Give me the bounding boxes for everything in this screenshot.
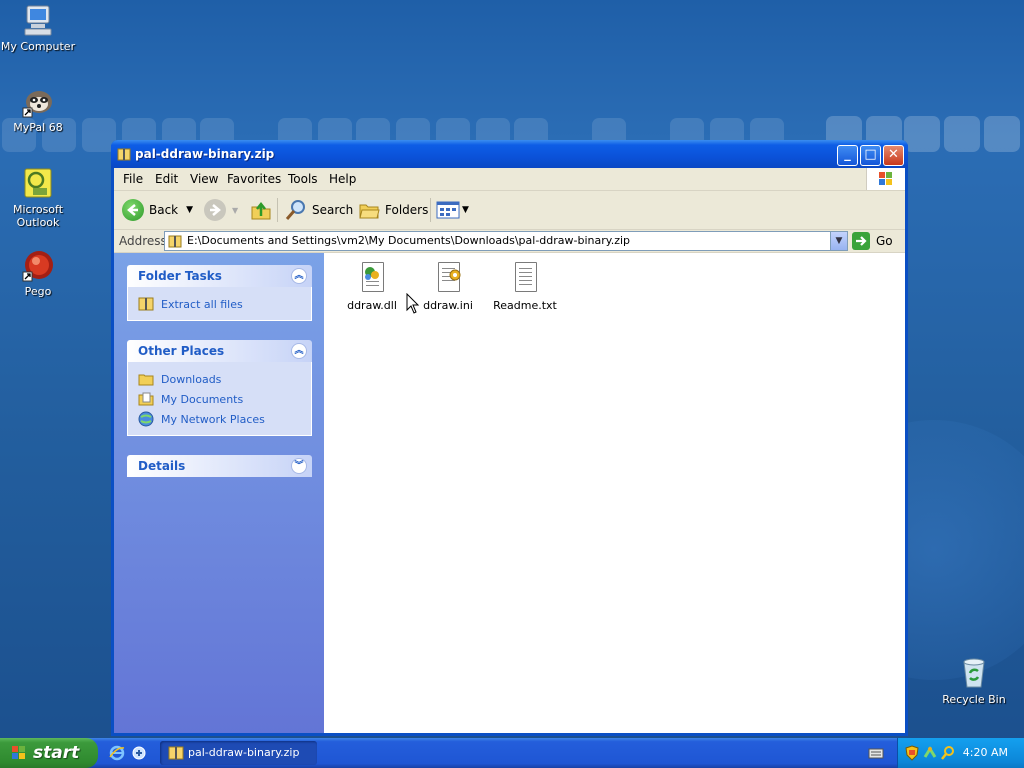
address-value: E:\Documents and Settings\vm2\My Documen… [187, 234, 631, 247]
menu-tools[interactable]: Tools [288, 172, 318, 186]
folder-tasks-header[interactable]: Folder Tasks ︽ [127, 265, 312, 287]
toolbar-separator [277, 198, 278, 222]
views-button[interactable]: ▼ [436, 198, 469, 222]
details-header[interactable]: Details ︾ [127, 455, 312, 477]
back-button[interactable]: Back ▼ [122, 198, 193, 222]
desktop-icon-pego[interactable]: Pego [0, 248, 76, 298]
outlook-icon [21, 166, 55, 200]
up-folder-button[interactable] [250, 198, 272, 222]
desktop-icon-my-computer[interactable]: My Computer [0, 3, 76, 53]
internet-explorer-icon[interactable] [109, 745, 125, 761]
window-titlebar[interactable]: pal-ddraw-binary.zip _ □ ✕ [111, 140, 908, 168]
ini-file-icon [432, 261, 464, 295]
system-tray: 4:20 AM [897, 738, 1024, 768]
other-places-body: Downloads My Documents My Network Places [127, 362, 312, 436]
folders-icon [358, 199, 380, 221]
other-places-link-downloads[interactable]: Downloads [128, 369, 311, 389]
network-icon[interactable] [922, 745, 938, 761]
zip-folder-icon [168, 234, 182, 248]
windows-flag-icon [11, 745, 27, 761]
back-dropdown-icon[interactable]: ▼ [186, 205, 193, 215]
menu-view[interactable]: View [190, 172, 218, 186]
pego-icon [21, 248, 55, 282]
recycle-bin-icon [957, 656, 991, 690]
search-tray-icon[interactable] [940, 745, 956, 761]
search-icon [284, 198, 308, 222]
file-item[interactable]: ddraw.ini [410, 261, 486, 312]
go-arrow-icon [852, 232, 870, 250]
back-arrow-icon [122, 199, 144, 221]
forward-arrow-icon [204, 199, 226, 221]
menu-edit[interactable]: Edit [155, 172, 178, 186]
menu-favorites[interactable]: Favorites [227, 172, 281, 186]
address-label: Address [119, 234, 167, 248]
up-folder-icon [250, 199, 272, 221]
window-client: File Edit View Favorites Tools Help Back… [114, 168, 905, 733]
file-list: ddraw.dll ddraw.ini Readme.txt [324, 253, 905, 733]
extract-zip-icon [138, 296, 154, 312]
other-places-link-my-documents[interactable]: My Documents [128, 389, 311, 409]
start-button[interactable]: start [0, 738, 98, 768]
text-file-icon [509, 261, 541, 295]
extract-all-files-link[interactable]: Extract all files [128, 294, 311, 314]
security-shield-icon[interactable] [904, 745, 920, 761]
explorer-window: pal-ddraw-binary.zip _ □ ✕ File Edit Vie… [111, 140, 908, 736]
folder-tasks-body: Extract all files [127, 287, 312, 321]
search-button[interactable]: Search [284, 198, 353, 222]
desktop-icon-mypal[interactable]: MyPal 68 [0, 84, 76, 134]
dll-file-icon [356, 261, 388, 295]
file-item[interactable]: Readme.txt [487, 261, 563, 312]
show-desktop-icon[interactable] [131, 745, 147, 761]
taskbar: start pal-ddraw-binary.zip 4:20 AM [0, 738, 1024, 768]
minimize-button[interactable]: _ [837, 145, 858, 166]
details-group: Details ︾ [127, 455, 312, 477]
menubar: File Edit View Favorites Tools Help [114, 168, 905, 191]
other-places-group: Other Places ︽ Downloads My Documents My… [127, 340, 312, 436]
toolbar: Back ▼ ▼ Search Folders ▼ [114, 191, 905, 230]
other-places-header[interactable]: Other Places ︽ [127, 340, 312, 362]
folders-button[interactable]: Folders [358, 198, 428, 222]
window-title: pal-ddraw-binary.zip [135, 147, 275, 161]
menu-file[interactable]: File [123, 172, 143, 186]
desktop-icon-recycle-bin[interactable]: Recycle Bin [936, 656, 1012, 706]
forward-button[interactable]: ▼ [204, 198, 238, 222]
expand-chevron-icon[interactable]: ︾ [291, 458, 307, 474]
mypal-raccoon-icon [21, 84, 55, 118]
folder-tasks-group: Folder Tasks ︽ Extract all files [127, 265, 312, 321]
toolbar-separator [430, 198, 431, 222]
windows-logo-icon [866, 168, 905, 190]
keyboard-icon[interactable] [868, 746, 884, 762]
my-computer-icon [21, 3, 55, 37]
other-places-link-network-places[interactable]: My Network Places [128, 409, 311, 429]
address-input[interactable]: E:\Documents and Settings\vm2\My Documen… [164, 231, 848, 251]
taskbar-window-button[interactable]: pal-ddraw-binary.zip [160, 741, 317, 765]
go-button[interactable]: Go [852, 232, 893, 250]
clock: 4:20 AM [962, 746, 1008, 759]
folder-icon [138, 371, 154, 387]
maximize-button[interactable]: □ [860, 145, 881, 166]
collapse-chevron-icon[interactable]: ︽ [291, 268, 307, 284]
forward-dropdown-icon: ▼ [232, 205, 239, 215]
network-places-icon [138, 411, 154, 427]
views-icon [436, 199, 460, 221]
my-documents-icon [138, 391, 154, 407]
zip-folder-icon [117, 147, 131, 161]
zip-folder-icon [168, 745, 184, 761]
close-button[interactable]: ✕ [883, 145, 904, 166]
collapse-chevron-icon[interactable]: ︽ [291, 343, 307, 359]
desktop-icon-outlook[interactable]: Microsoft Outlook [0, 166, 76, 229]
address-bar: Address E:\Documents and Settings\vm2\My… [114, 230, 905, 253]
file-item[interactable]: ddraw.dll [334, 261, 410, 312]
menu-help[interactable]: Help [329, 172, 356, 186]
mouse-cursor-icon [406, 292, 420, 315]
task-pane: Folder Tasks ︽ Extract all files Other P… [114, 253, 324, 733]
address-dropdown-button[interactable]: ▼ [830, 232, 847, 250]
views-dropdown-icon: ▼ [462, 205, 469, 215]
